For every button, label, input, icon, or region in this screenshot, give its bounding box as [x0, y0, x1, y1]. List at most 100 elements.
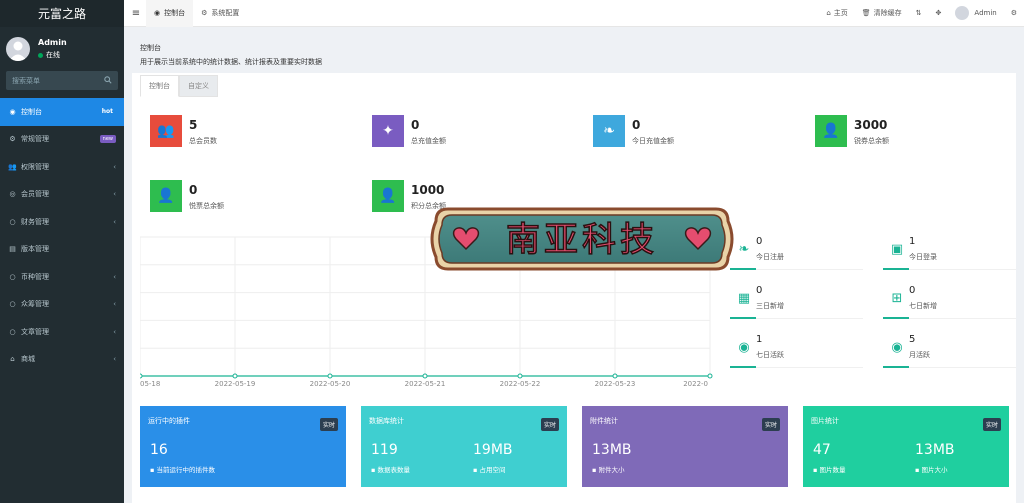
card-value: 13MB: [915, 442, 955, 458]
calendar-icon: ▦: [737, 291, 751, 306]
data-point[interactable]: [140, 373, 143, 379]
mini-stat-value: 1: [756, 334, 763, 345]
gear-icon: ⚙: [201, 9, 208, 17]
x-tick-label: 2022-05-22: [500, 380, 541, 388]
sidebar-item-label: 币种管理: [21, 272, 49, 281]
mini-stat-bar: [883, 268, 909, 270]
sidebar-item[interactable]: ○ 财务管理 ‹: [0, 208, 124, 236]
watermark-text: 南亚科技: [506, 220, 658, 260]
realtime-badge: 实时: [982, 418, 1001, 431]
leaf-icon: ❧: [738, 242, 750, 257]
mini-stat: ⊞ 0 七日新增: [883, 281, 1016, 319]
expand-icon: ✥: [935, 9, 942, 17]
page-description: 用于展示当前系统中的统计数据、统计报表及重要实时数据: [140, 58, 322, 66]
sidebar-item[interactable]: ▤ 版本管理: [0, 236, 124, 264]
user-status: 在线: [38, 50, 67, 60]
summary-card: 附件统计 实时 13MB ▪ 附件大小: [582, 406, 788, 487]
card-title: 图片统计: [811, 417, 839, 425]
home-label: 主页: [833, 9, 848, 17]
search-icon[interactable]: [104, 75, 112, 86]
stat-value: 0: [632, 118, 641, 132]
mini-stat-label: 七日活跃: [756, 351, 784, 359]
realtime-badge: 实时: [319, 418, 338, 431]
home-link[interactable]: ⌂ 主页: [819, 8, 854, 18]
tab-label: 控制台: [164, 9, 186, 17]
card-subtitle: ▪ 附件大小: [592, 466, 625, 474]
card-subtitle: ▪ 占用空间: [473, 466, 506, 474]
mini-stat-value: 0: [756, 236, 763, 247]
search-input[interactable]: [12, 76, 92, 85]
summary-card: 运行中的插件 实时 16 ▪ 当前运行中的插件数: [140, 406, 346, 487]
mini-stat-bar: [883, 317, 909, 319]
subtab-custom[interactable]: 自定义: [179, 75, 218, 97]
sidebar-item[interactable]: ○ 文章管理 ‹: [0, 318, 124, 346]
user-menu[interactable]: Admin: [948, 6, 1003, 20]
chevron-left-icon: ‹: [113, 355, 116, 364]
tab-dashboard[interactable]: ◉ 控制台: [146, 0, 194, 27]
chevron-left-icon: ‹: [113, 300, 116, 309]
menu-toggle-icon[interactable]: ≡: [126, 8, 146, 19]
sidebar-item[interactable]: ○ 币种管理 ‹: [0, 263, 124, 291]
circle-icon: ○: [9, 217, 16, 226]
mini-stat-label: 今日注册: [756, 253, 784, 261]
settings-button[interactable]: ⚙: [1004, 9, 1024, 17]
avatar: [6, 37, 30, 61]
circle-icon: ○: [9, 272, 16, 281]
sidebar-item[interactable]: ◎ 会员管理 ‹: [0, 181, 124, 209]
card-value: 16: [150, 442, 168, 458]
sidebar-item[interactable]: 👥 权限管理 ‹: [0, 153, 124, 181]
stat-card: ✦ 0 总充值金额: [372, 115, 446, 147]
chevron-left-icon: ‹: [113, 162, 116, 171]
stat-label: 锐券总余额: [854, 137, 889, 145]
data-point[interactable]: [707, 373, 713, 379]
sidebar-item-label: 权限管理: [21, 162, 49, 171]
sidebar-item-label: 会员管理: [21, 190, 49, 199]
gear-icon: ⚙: [1010, 9, 1017, 17]
subtab-dashboard[interactable]: 控制台: [140, 75, 179, 97]
fullscreen-button[interactable]: ✥: [929, 9, 949, 17]
data-point[interactable]: [422, 373, 428, 379]
language-button[interactable]: ⇅: [909, 9, 929, 17]
admin-label: Admin: [974, 9, 997, 17]
sidebar-item-label: 商城: [21, 355, 35, 364]
user-icon: 👤: [815, 115, 847, 147]
mini-stat-bar: [730, 317, 756, 319]
mini-stat-value: 0: [909, 285, 916, 296]
cogs-icon: ⚙: [9, 135, 16, 144]
card-title: 附件统计: [590, 417, 618, 425]
data-point[interactable]: [327, 373, 333, 379]
sidebar-item[interactable]: ⚙ 常规管理 new: [0, 126, 124, 154]
main-content: 控制台 用于展示当前系统中的统计数据、统计报表及重要实时数据 控制台 自定义 👥…: [132, 35, 1016, 503]
mini-stat-value: 5: [909, 334, 916, 345]
sidebar-item-label: 财务管理: [21, 217, 49, 226]
card-subtitle: ▪ 图片大小: [915, 466, 948, 474]
mini-stat: ◉ 5 月活跃: [883, 330, 1016, 368]
data-point[interactable]: [517, 373, 523, 379]
sidebar-badge: hot: [98, 107, 116, 117]
x-tick-label: 2022-0: [683, 380, 708, 388]
brand-logo[interactable]: 元富之路: [0, 0, 124, 27]
data-point[interactable]: [612, 373, 618, 379]
clear-cache-button[interactable]: 🗑 清除缓存: [855, 8, 909, 18]
card-value: 47: [813, 442, 831, 458]
mini-stat: ▦ 0 三日新增: [730, 281, 863, 319]
tab-system-config[interactable]: ⚙ 系统配置: [193, 0, 247, 27]
tab-label: 系统配置: [211, 9, 240, 17]
stat-value: 0: [189, 183, 198, 197]
x-tick-label: 2022-05-21: [405, 380, 446, 388]
data-point[interactable]: [232, 373, 238, 379]
x-tick-label: 2022-05-23: [595, 380, 636, 388]
sidebar-item-label: 文章管理: [21, 327, 49, 336]
x-tick-label: 05-18: [140, 380, 160, 388]
user-circle-icon: ◉: [738, 340, 750, 355]
card-value: 119: [371, 442, 398, 458]
user-icon: 👤: [372, 180, 404, 212]
sidebar-item[interactable]: ◉ 控制台 hot: [0, 98, 124, 126]
sidebar-menu: ◉ 控制台 hot ⚙ 常规管理 new 👥 权限管理 ‹ ◎ 会员管理 ‹ ○ 财务管理 ‹ ▤ 版本管理 ○ 币…: [0, 98, 124, 373]
chevron-left-icon: ‹: [113, 272, 116, 281]
mini-stat: ▣ 1 今日登录: [883, 232, 1016, 270]
sidebar-item[interactable]: ○ 众筹管理 ‹: [0, 291, 124, 319]
mini-stat: ◉ 1 七日活跃: [730, 330, 863, 368]
sidebar-item[interactable]: ⌂ 商城 ‹: [0, 346, 124, 374]
stat-value: 3000: [854, 118, 888, 132]
